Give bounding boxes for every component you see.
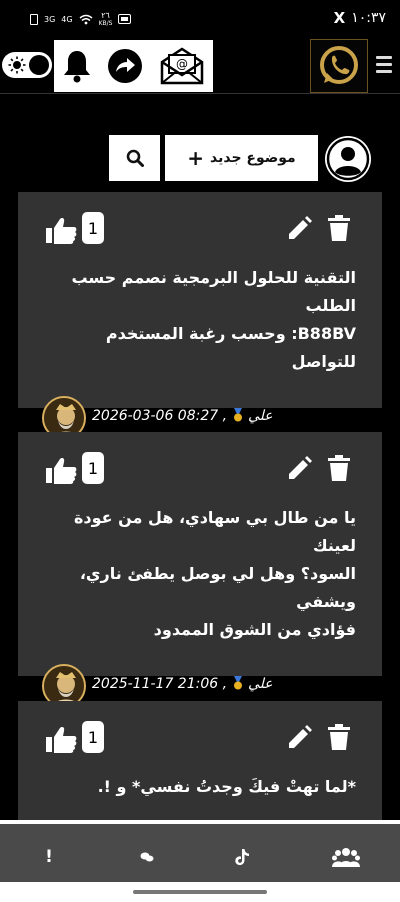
status-bar: 3G 4G ٢٦ KB/S X ١٠:٣٧ (0, 0, 400, 38)
search-button[interactable] (109, 135, 160, 181)
like-count: 1 (82, 452, 104, 484)
post-card: 1 يا من طال بي سهادي، هل من عودة لعينك ا… (18, 432, 382, 708)
whatsapp-logo[interactable] (310, 39, 368, 93)
share-icon[interactable] (108, 49, 143, 83)
post-line: السود؟ وهل لي بوصل يطفئ ناري، ويشفي (79, 564, 356, 611)
post-body: التقنية للحلول البرمجية نصمم حسب الطلب B… (18, 264, 382, 376)
battery-icon (118, 14, 132, 24)
nav-group[interactable] (330, 844, 362, 870)
wifi-icon (79, 14, 93, 24)
delete-icon[interactable] (328, 455, 350, 481)
post-card: 1 *لما تهتْ فيكَ وجدتُ نفسي* و !. (18, 701, 382, 820)
like-count: 1 (82, 721, 104, 753)
post-meta-text: 2025-11-17 21:06 , علي (92, 676, 273, 692)
plus-icon: + (187, 146, 205, 170)
envelope-icon[interactable]: @ (159, 46, 205, 86)
like-icon[interactable] (44, 216, 78, 244)
group-icon (332, 848, 360, 867)
network-4g: 4G (61, 14, 73, 24)
delete-icon[interactable] (328, 215, 350, 241)
sun-icon (8, 56, 26, 74)
medal-icon (233, 408, 242, 422)
bottom-nav: ! (0, 820, 400, 882)
network-3g: 3G (44, 14, 56, 24)
user-icon (326, 137, 370, 181)
new-topic-label: موضوع جديد (210, 150, 296, 166)
chat-icon (140, 852, 154, 862)
clock: ١٠:٣٧ (351, 10, 386, 26)
new-topic-button[interactable]: + موضوع جديد (165, 135, 318, 181)
delete-icon[interactable] (328, 724, 350, 750)
status-right: X ١٠:٣٧ (334, 9, 386, 27)
post-line: *لما تهتْ فيكَ وجدتُ نفسي* و !. (97, 777, 356, 796)
edit-icon[interactable] (286, 216, 312, 242)
post-line: فؤادي من الشوق الممدود (153, 620, 356, 639)
x-app-icon: X (333, 9, 346, 27)
top-bar: @ (0, 38, 400, 94)
svg-text:@: @ (176, 57, 188, 71)
like-icon[interactable] (44, 456, 78, 484)
nav-tiktok[interactable] (227, 844, 257, 870)
post-date: 2026-03-06 08:27 (92, 408, 219, 424)
post-line: B88BV: وحسب رغبة المستخدم للتواصل (105, 324, 356, 371)
post-body: *لما تهتْ فيكَ وجدتُ نفسي* و !. (18, 773, 382, 801)
speed-unit: KB/S (98, 20, 113, 27)
post-meta-text: 2026-03-06 08:27 , علي (92, 408, 273, 424)
actions-row: + موضوع جديد (0, 135, 400, 183)
toggle-knob (29, 55, 49, 75)
post-card: 1 التقنية للحلول البرمجية نصمم حسب الطلب… (18, 192, 382, 440)
whatsapp-icon (320, 46, 358, 84)
post-toolbar: 1 (18, 192, 382, 264)
speed-value: ٢٦ (101, 11, 110, 20)
nav-info[interactable]: ! (34, 844, 64, 870)
like-icon[interactable] (44, 725, 78, 753)
home-gesture-bar[interactable] (133, 890, 267, 894)
like-count: 1 (82, 212, 104, 244)
post-body: يا من طال بي سهادي، هل من عودة لعينك الس… (18, 504, 382, 644)
hamburger-icon[interactable] (376, 56, 392, 76)
medal-icon (233, 676, 242, 690)
post-line: التقنية للحلول البرمجية نصمم حسب الطلب (71, 268, 356, 315)
info-icon: ! (45, 847, 53, 867)
gesture-area (0, 882, 400, 902)
post-line: يا من طال بي سهادي، هل من عودة لعينك (73, 508, 356, 555)
post-author[interactable]: علي (248, 676, 273, 692)
search-icon (126, 149, 144, 167)
header-icon-panel: @ (54, 40, 213, 92)
sim-icon (30, 13, 38, 25)
status-left: 3G 4G ٢٦ KB/S (30, 11, 132, 27)
profile-button[interactable] (325, 136, 371, 182)
post-toolbar: 1 (18, 701, 382, 773)
post-author[interactable]: علي (248, 408, 273, 424)
theme-toggle[interactable] (2, 52, 52, 78)
edit-icon[interactable] (286, 725, 312, 751)
nav-chat[interactable] (132, 844, 162, 870)
bell-icon[interactable] (62, 49, 92, 83)
post-date: 2025-11-17 21:06 (92, 676, 219, 692)
edit-icon[interactable] (286, 456, 312, 482)
post-toolbar: 1 (18, 432, 382, 504)
tiktok-icon (235, 849, 249, 866)
